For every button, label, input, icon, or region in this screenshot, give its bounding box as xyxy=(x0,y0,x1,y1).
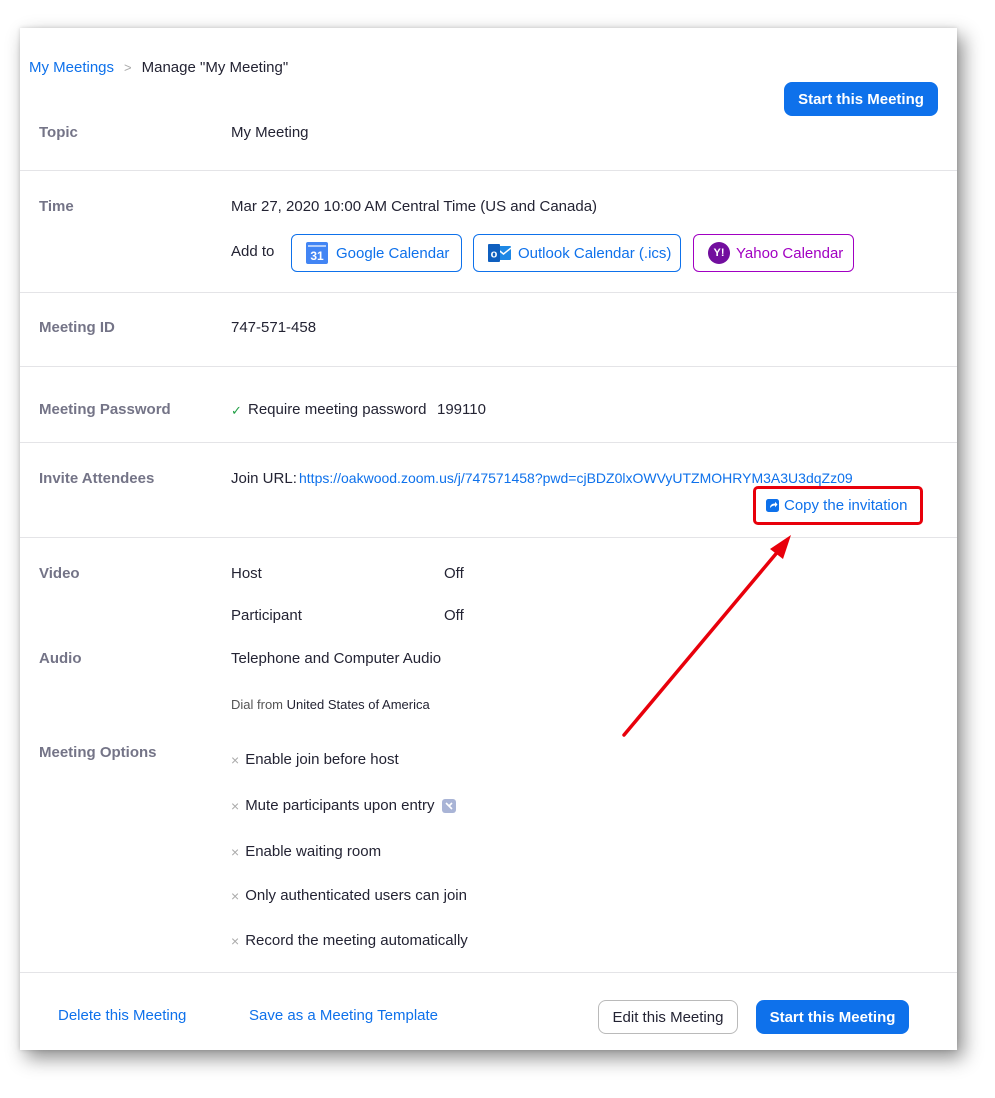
meeting-id-label: Meeting ID xyxy=(39,319,115,336)
dial-from: Dial from United States of America xyxy=(231,697,430,712)
outlook-calendar-button[interactable]: o Outlook Calendar (.ics) xyxy=(473,234,681,272)
video-label: Video xyxy=(39,565,80,582)
divider xyxy=(20,442,957,443)
yahoo-calendar-button[interactable]: Y! Yahoo Calendar xyxy=(693,234,854,272)
option-item: × Mute participants upon entry xyxy=(231,797,457,814)
divider xyxy=(20,972,957,973)
google-calendar-label: Google Calendar xyxy=(336,244,450,262)
time-label: Time xyxy=(39,198,74,215)
video-participant-label: Participant xyxy=(231,607,302,624)
topic-value: My Meeting xyxy=(231,124,309,141)
option-label: Enable waiting room xyxy=(245,843,382,860)
breadcrumb-current: Manage "My Meeting" xyxy=(141,59,289,76)
start-meeting-button-bottom[interactable]: Start this Meeting xyxy=(756,1000,909,1034)
add-to-label: Add to xyxy=(231,243,275,260)
x-icon: × xyxy=(231,932,240,949)
save-template-link[interactable]: Save as a Meeting Template xyxy=(249,1007,438,1024)
divider xyxy=(20,537,957,538)
divider xyxy=(20,366,957,367)
divider xyxy=(20,292,957,293)
video-host-label: Host xyxy=(231,565,262,582)
topic-label: Topic xyxy=(39,124,78,141)
join-url-link[interactable]: https://oakwood.zoom.us/j/747571458?pwd=… xyxy=(299,470,853,486)
outlook-calendar-label: Outlook Calendar (.ics) xyxy=(518,244,672,262)
x-icon: × xyxy=(231,797,240,814)
password-value: 199110 xyxy=(437,401,486,418)
breadcrumb-my-meetings-link[interactable]: My Meetings xyxy=(29,59,114,76)
dial-from-country: United States of America xyxy=(286,697,430,712)
video-participant-value: Off xyxy=(444,607,464,624)
x-icon: × xyxy=(231,887,240,904)
option-item: × Only authenticated users can join xyxy=(231,887,467,904)
divider xyxy=(20,170,957,171)
option-label: Record the meeting automatically xyxy=(245,932,468,949)
check-icon: ✓ xyxy=(231,403,242,418)
audio-value: Telephone and Computer Audio xyxy=(231,650,442,667)
option-item: × Record the meeting automatically xyxy=(231,932,468,949)
meeting-id-value: 747-571-458 xyxy=(231,319,317,336)
outlook-icon-letter: o xyxy=(491,249,498,261)
option-item: × Enable join before host xyxy=(231,751,399,768)
time-value: Mar 27, 2020 10:00 AM Central Time (US a… xyxy=(231,198,598,215)
edit-meeting-button[interactable]: Edit this Meeting xyxy=(598,1000,738,1034)
start-meeting-button-top[interactable]: Start this Meeting xyxy=(784,82,938,116)
option-label: Enable join before host xyxy=(245,751,399,768)
password-label: Meeting Password xyxy=(39,401,171,418)
delete-meeting-link[interactable]: Delete this Meeting xyxy=(58,1007,186,1024)
mute-info-icon[interactable] xyxy=(442,798,457,813)
outlook-icon: o xyxy=(488,243,512,263)
join-url-label: Join URL: xyxy=(231,470,297,487)
option-label: Mute participants upon entry xyxy=(245,797,435,814)
yahoo-icon: Y! xyxy=(708,242,730,264)
x-icon: × xyxy=(231,751,240,768)
breadcrumb: My Meetings > Manage "My Meeting" xyxy=(29,59,288,76)
dial-from-label: Dial from xyxy=(231,697,284,712)
google-calendar-icon: 31 xyxy=(306,242,328,264)
yahoo-calendar-label: Yahoo Calendar xyxy=(736,244,844,262)
require-password-text: Require meeting password xyxy=(248,401,427,418)
invite-attendees-label: Invite Attendees xyxy=(39,470,155,487)
option-label: Only authenticated users can join xyxy=(245,887,467,904)
x-icon: × xyxy=(231,843,240,860)
video-host-value: Off xyxy=(444,565,464,582)
manage-meeting-panel: My Meetings > Manage "My Meeting" Start … xyxy=(20,28,957,1050)
highlight-box xyxy=(753,486,923,525)
google-calendar-button[interactable]: 31 Google Calendar xyxy=(291,234,462,272)
breadcrumb-separator: > xyxy=(124,60,132,75)
option-item: × Enable waiting room xyxy=(231,843,381,860)
audio-label: Audio xyxy=(39,650,82,667)
meeting-options-label: Meeting Options xyxy=(39,744,157,761)
